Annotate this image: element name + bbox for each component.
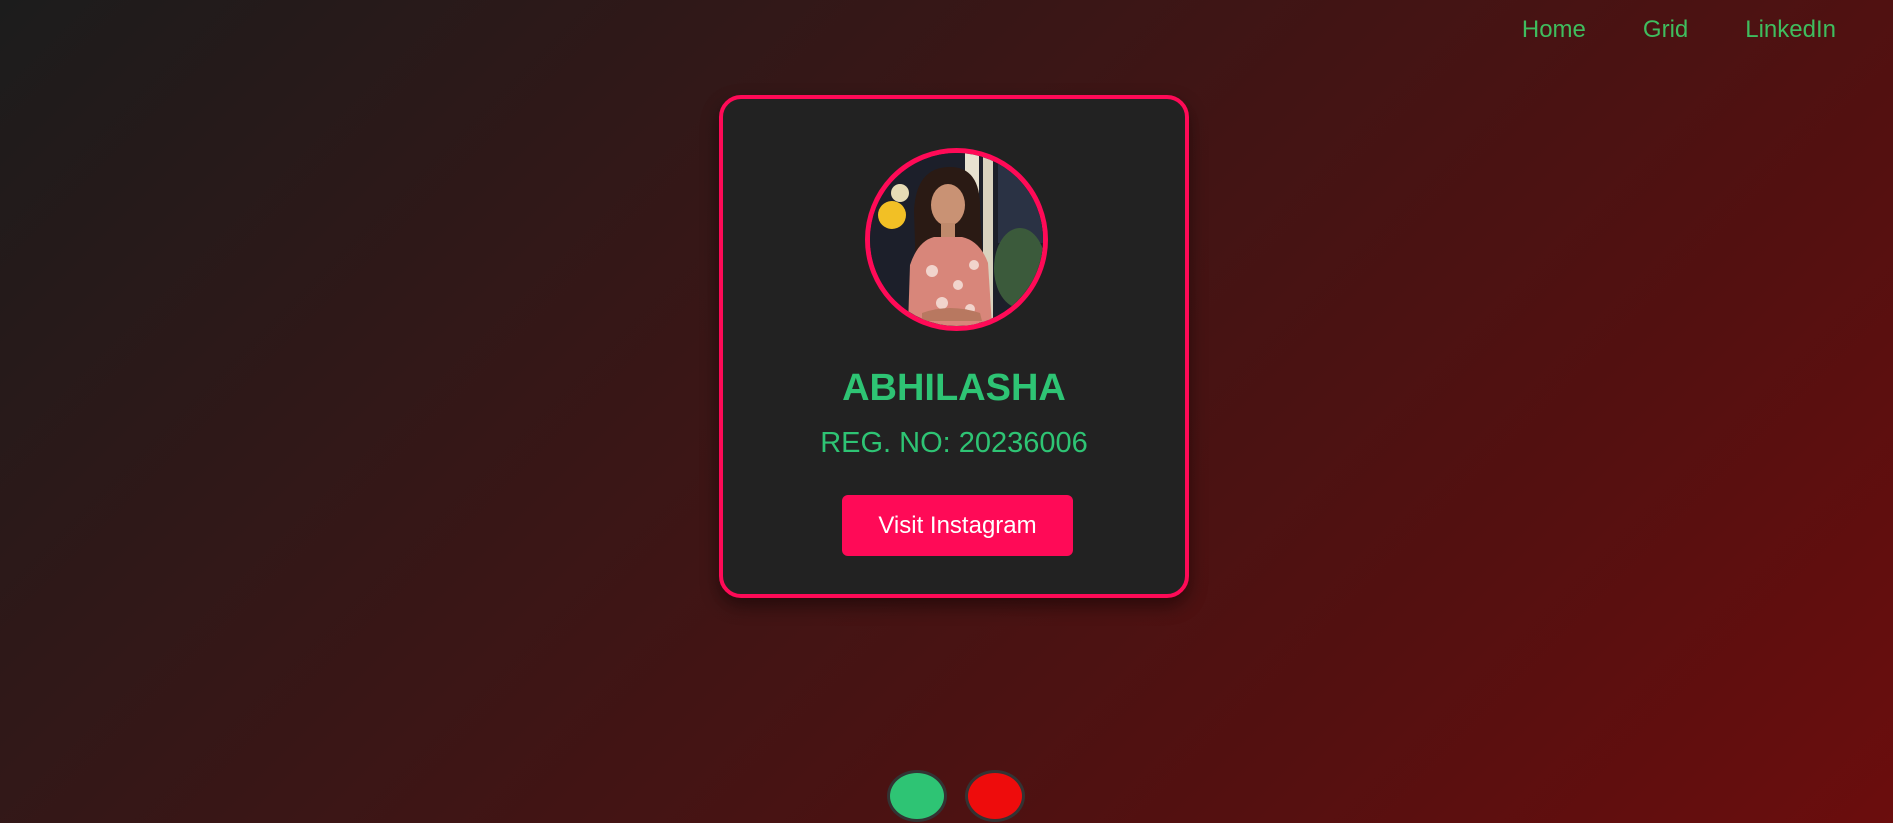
avatar <box>865 148 1048 331</box>
green-theme-button[interactable] <box>887 770 947 822</box>
visit-instagram-button[interactable]: Visit Instagram <box>842 495 1073 556</box>
nav-linkedin-link[interactable]: LinkedIn <box>1745 16 1836 44</box>
top-nav: Home Grid LinkedIn <box>1522 16 1836 44</box>
avatar-photo-icon <box>870 153 1043 326</box>
red-theme-button[interactable] <box>965 770 1025 822</box>
profile-name: ABHILASHA <box>842 367 1066 409</box>
nav-home-link[interactable]: Home <box>1522 16 1586 44</box>
profile-card: ABHILASHA REG. NO: 20236006 Visit Instag… <box>719 95 1189 598</box>
nav-grid-link[interactable]: Grid <box>1643 16 1688 44</box>
registration-number: REG. NO: 20236006 <box>820 427 1088 459</box>
